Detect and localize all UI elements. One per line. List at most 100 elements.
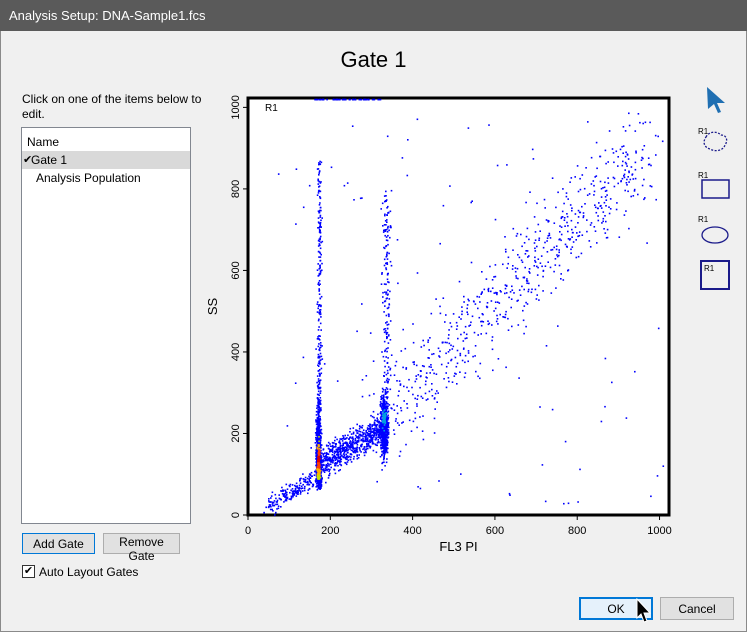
data-point — [377, 435, 380, 437]
data-point — [542, 246, 545, 249]
data-point — [466, 311, 468, 313]
cancel-button[interactable]: Cancel — [660, 597, 734, 620]
data-point — [593, 190, 596, 193]
data-point — [386, 430, 389, 433]
data-point — [628, 227, 630, 230]
data-point — [619, 148, 622, 151]
data-point — [372, 449, 375, 452]
data-point — [400, 407, 402, 409]
data-point — [491, 336, 494, 338]
data-point — [625, 163, 628, 165]
ellipse-gate-tool-icon[interactable]: R1 — [697, 213, 733, 245]
scatter-plot[interactable]: R1 0 200 400 600 800 1000 0 200 400 600 800 1000 F… — [205, 88, 685, 563]
data-point — [377, 98, 379, 101]
data-point — [355, 434, 357, 437]
data-point — [359, 430, 362, 433]
data-point — [426, 377, 428, 379]
data-point — [318, 348, 320, 351]
data-point — [628, 124, 631, 127]
scatter-plot-svg[interactable]: R1 0 200 400 600 800 1000 0 200 400 600 800 1000 F… — [205, 88, 685, 558]
data-point — [396, 405, 398, 407]
data-point — [421, 430, 424, 432]
data-point — [314, 432, 317, 434]
data-point — [449, 349, 451, 351]
data-point — [470, 261, 473, 264]
data-point — [386, 433, 389, 435]
data-point — [590, 183, 593, 185]
data-point — [494, 275, 497, 278]
data-point — [563, 219, 566, 221]
data-point — [307, 492, 309, 495]
data-point — [385, 293, 387, 295]
data-point — [385, 332, 388, 334]
data-point — [340, 438, 343, 440]
quadrant-gate-tool-icon[interactable]: R1 — [697, 257, 733, 291]
data-point — [386, 297, 388, 299]
data-point — [617, 182, 619, 185]
data-point — [319, 309, 322, 311]
data-point — [597, 207, 599, 210]
data-point — [273, 500, 276, 502]
gate-list[interactable]: Name ✔ Gate 1 Analysis Population — [21, 127, 191, 524]
data-point — [318, 486, 321, 489]
data-point — [436, 401, 438, 403]
data-point — [387, 306, 390, 309]
data-point — [333, 450, 336, 453]
data-point — [414, 380, 417, 383]
data-point — [326, 98, 328, 101]
data-point — [365, 451, 367, 454]
data-point — [272, 501, 274, 504]
data-point — [447, 351, 450, 353]
data-point — [470, 321, 472, 324]
data-point — [553, 222, 556, 224]
rectangle-gate-tool-icon[interactable]: R1 — [697, 169, 733, 201]
plot-area[interactable] — [246, 96, 671, 517]
pointer-tool-icon[interactable] — [705, 85, 729, 113]
data-point — [642, 122, 644, 125]
data-point — [526, 227, 529, 230]
data-point — [308, 484, 310, 486]
checkbox-label: Auto Layout Gates — [39, 565, 139, 579]
data-point — [511, 285, 513, 288]
data-point — [364, 440, 366, 442]
data-point — [455, 321, 458, 324]
data-point — [477, 375, 479, 378]
data-point — [661, 140, 664, 143]
data-point — [494, 218, 497, 221]
list-item-analysis-population[interactable]: Analysis Population — [22, 169, 190, 187]
data-point — [397, 394, 400, 397]
data-point — [399, 384, 402, 386]
checkbox-box[interactable]: ✔ — [22, 565, 35, 578]
freehand-gate-tool-icon[interactable]: R1 — [697, 125, 733, 157]
data-point — [579, 468, 581, 471]
data-point — [512, 227, 515, 230]
data-point — [489, 265, 491, 268]
data-point — [657, 327, 660, 330]
data-point — [269, 505, 272, 507]
data-point — [328, 468, 331, 471]
data-point — [510, 306, 512, 309]
list-item-gate-1[interactable]: ✔ Gate 1 — [22, 151, 190, 169]
data-point — [319, 197, 322, 200]
data-point — [318, 256, 320, 258]
data-point — [319, 347, 321, 349]
data-point — [319, 476, 321, 479]
data-point — [514, 267, 517, 269]
data-point — [317, 458, 320, 460]
data-point — [385, 439, 388, 441]
data-point — [393, 433, 396, 435]
data-point — [344, 434, 346, 437]
data-point — [323, 363, 326, 365]
list-item-label: Analysis Population — [36, 171, 141, 185]
data-point — [317, 364, 319, 366]
data-point — [464, 372, 467, 374]
data-point — [600, 207, 603, 209]
data-point — [268, 498, 270, 500]
data-point — [320, 161, 323, 164]
add-gate-button[interactable]: Add Gate — [22, 533, 95, 554]
data-point — [301, 490, 304, 492]
data-point — [534, 259, 536, 262]
data-point — [294, 382, 297, 384]
data-point — [574, 213, 577, 215]
remove-gate-button[interactable]: Remove Gate — [103, 533, 180, 563]
